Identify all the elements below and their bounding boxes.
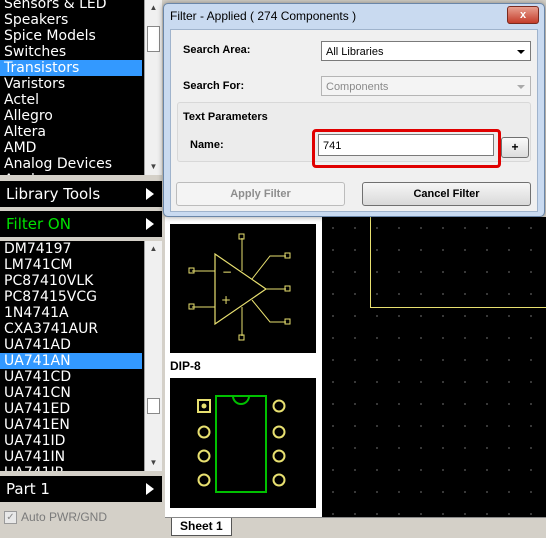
list-item[interactable]: UA741ED [0, 401, 142, 417]
text-parameters-group: Text Parameters Name: 741 + [177, 102, 531, 168]
list-item[interactable]: Analog Devices [0, 156, 142, 172]
auto-pwr-gnd-label: Auto PWR/GND [21, 510, 108, 524]
list-item[interactable]: Sensors & LED [0, 0, 142, 12]
svg-text:−: − [222, 265, 232, 279]
expand-right-icon[interactable] [146, 483, 154, 495]
part-list-scrollbar[interactable]: ▲ ▼ [144, 241, 162, 471]
list-item[interactable]: UA741CD [0, 369, 142, 385]
search-for-value: Components [326, 81, 389, 93]
close-icon[interactable]: x [507, 6, 539, 24]
filter-status-label: Filter ON [6, 215, 71, 233]
library-list-scrollbar[interactable]: ▲ ▼ [144, 0, 162, 175]
search-for-label: Search For: [183, 80, 245, 92]
list-item[interactable]: Allegro [0, 108, 142, 124]
search-for-select[interactable]: Components [321, 76, 531, 96]
expand-right-icon[interactable] [146, 218, 154, 230]
list-item[interactable]: UA741AN [0, 353, 142, 369]
list-item[interactable]: Actel [0, 92, 142, 108]
checkbox-check-icon[interactable]: ✓ [4, 511, 17, 525]
filter-dialog: Filter - Applied ( 274 Components ) x Se… [163, 3, 545, 217]
search-area-select[interactable]: All Libraries [321, 41, 531, 61]
dip8-footprint-icon [197, 395, 286, 493]
list-item[interactable]: Altera [0, 124, 142, 140]
expand-right-icon[interactable] [146, 188, 154, 200]
name-label: Name: [190, 139, 224, 151]
auto-pwr-gnd-checkbox[interactable]: ✓ Auto PWR/GND [4, 510, 108, 525]
schematic-wire[interactable] [370, 217, 546, 308]
sheet-tab-bar: Sheet 1 [165, 517, 546, 538]
part-bar[interactable]: Part 1 [0, 476, 162, 502]
list-item[interactable]: CXA3741AUR [0, 321, 142, 337]
opamp-symbol-icon: − + [188, 233, 291, 341]
list-item[interactable]: LM741CM [0, 257, 142, 273]
list-item[interactable]: DM74197 [0, 241, 142, 257]
package-label: DIP-8 [170, 359, 201, 373]
list-item[interactable]: UA741IN [0, 449, 142, 465]
tab-sheet-1[interactable]: Sheet 1 [171, 518, 232, 536]
list-item[interactable]: UA741ID [0, 433, 142, 449]
library-tools-bar[interactable]: Library Tools [0, 181, 162, 207]
list-item[interactable]: AMD [0, 140, 142, 156]
search-area-value: All Libraries [326, 46, 384, 58]
highlight-box [312, 129, 501, 168]
svg-text:+: + [221, 293, 231, 307]
list-item[interactable]: PC87415VCG [0, 289, 142, 305]
list-item[interactable]: UA741EN [0, 417, 142, 433]
apply-filter-button[interactable]: Apply Filter [176, 182, 345, 206]
search-area-label: Search Area: [183, 44, 251, 56]
list-item[interactable]: 1N4741A [0, 305, 142, 321]
library-tools-label: Library Tools [6, 185, 101, 203]
dialog-title: Filter - Applied ( 274 Components ) [170, 9, 357, 23]
chevron-down-icon[interactable] [517, 85, 525, 89]
part-list[interactable]: DM74197 LM741CM PC87410VLK PC87415VCG 1N4741… [0, 241, 162, 471]
text-parameters-label: Text Parameters [183, 111, 268, 123]
library-list[interactable]: Sensors & LED Speakers Spice Models Switche… [0, 0, 162, 175]
filter-bar[interactable]: Filter ON [0, 211, 162, 237]
scroll-up-icon[interactable]: ▲ [145, 241, 162, 257]
opamp-symbol-preview[interactable]: − + [170, 224, 316, 353]
scroll-thumb[interactable] [147, 398, 160, 414]
list-item[interactable]: UA741IP [0, 465, 142, 471]
cancel-filter-button[interactable]: Cancel Filter [362, 182, 531, 206]
list-item[interactable]: UA741CN [0, 385, 142, 401]
list-item[interactable]: Analog [0, 172, 142, 175]
scroll-down-icon[interactable]: ▼ [145, 159, 162, 175]
list-item[interactable]: Spice Models [0, 28, 142, 44]
list-item[interactable]: UA741AD [0, 337, 142, 353]
dip8-footprint-preview[interactable] [170, 378, 316, 508]
list-item[interactable]: Varistors [0, 76, 142, 92]
list-item[interactable]: Speakers [0, 12, 142, 28]
scroll-thumb[interactable] [147, 26, 160, 52]
dialog-body: Search Area: All Libraries Search For: C… [170, 29, 538, 212]
list-item[interactable]: PC87410VLK [0, 273, 142, 289]
part-label: Part 1 [6, 480, 50, 498]
add-parameter-button[interactable]: + [501, 137, 529, 158]
list-item[interactable]: Transistors [0, 60, 142, 76]
schematic-canvas[interactable] [322, 217, 546, 517]
list-item[interactable]: Switches [0, 44, 142, 60]
scroll-down-icon[interactable]: ▼ [145, 455, 162, 471]
chevron-down-icon[interactable] [517, 50, 525, 54]
scroll-up-icon[interactable]: ▲ [145, 0, 162, 16]
